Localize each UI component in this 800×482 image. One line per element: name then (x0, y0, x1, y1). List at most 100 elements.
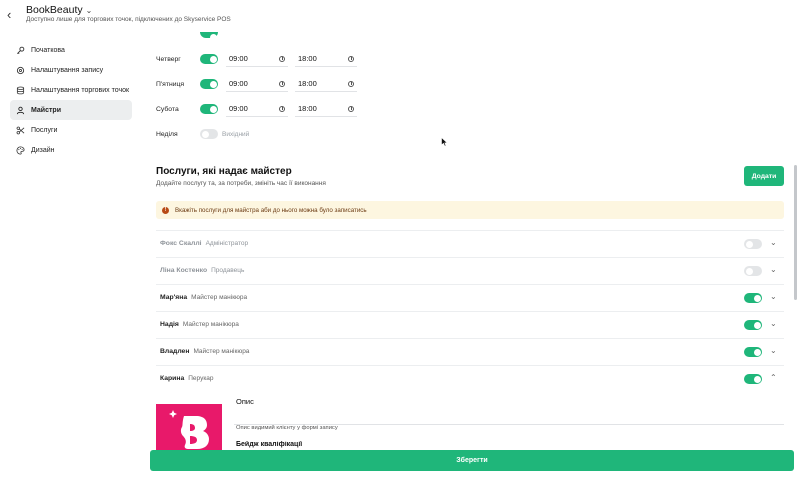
staff-role: Продавець (211, 267, 245, 274)
schedule-row-sunday: Неділя Вихідний (156, 125, 249, 143)
main-content: Четверг 09:00 18:00 П'ятниця 09:00 18:00… (150, 30, 790, 456)
end-time-value: 18:00 (298, 54, 317, 63)
key-icon (16, 46, 25, 55)
start-time-input[interactable]: 09:00 (226, 76, 288, 92)
chevron-down-icon[interactable]: ⌄ (770, 265, 777, 274)
description-label: Опис (236, 397, 254, 406)
staff-row[interactable]: Надія Майстер манікюра ⌄ (156, 311, 784, 337)
app-subtitle: Доступно лише для торгових точок, підклю… (26, 16, 231, 23)
staff-toggle[interactable] (744, 320, 762, 330)
section-title: Послуги, які надає майстер (156, 166, 292, 177)
sidebar-item-masters[interactable]: Майстри (10, 100, 132, 120)
end-time-value: 18:00 (298, 79, 317, 88)
start-time-input[interactable]: 09:00 (226, 51, 288, 67)
staff-name: Карина (160, 375, 185, 382)
warning-icon: ! (162, 206, 169, 214)
chevron-down-icon[interactable]: ⌄ (770, 238, 777, 247)
day-toggle[interactable] (200, 104, 218, 114)
staff-role: Майстер манікюра (182, 321, 239, 328)
app-switcher[interactable]: BookBeauty ⌄ (26, 4, 92, 16)
start-time-input[interactable]: 09:00 (226, 101, 288, 117)
staff-toggle[interactable] (744, 374, 762, 384)
staff-toggle[interactable] (744, 293, 762, 303)
scissors-icon (16, 126, 25, 135)
back-arrow-icon[interactable]: ‹ (7, 8, 19, 22)
staff-name: Мар'яна (160, 294, 188, 301)
day-toggle[interactable] (200, 129, 218, 139)
section-subtitle: Додайте послугу та, за потреби, змініть … (156, 180, 326, 187)
sidebar: Початкова Налаштування запису Налаштуван… (10, 40, 132, 160)
day-toggle[interactable] (200, 79, 218, 89)
sidebar-item-design[interactable]: Дизайн (10, 140, 132, 160)
warning-text: Вкажіть послуги для майстра аби до нього… (175, 206, 367, 214)
day-off-label: Вихідний (222, 130, 250, 138)
mouse-pointer-icon (441, 137, 448, 147)
sidebar-item-booking-settings[interactable]: Налаштування запису (10, 60, 132, 80)
sidebar-item-label: Налаштування запису (31, 66, 104, 74)
end-time-input[interactable]: 18:00 (295, 51, 357, 67)
staff-row[interactable]: Мар'яна Майстер манікюра ⌄ (156, 284, 784, 310)
app-title: BookBeauty (26, 4, 83, 16)
wednesday-toggle[interactable] (200, 32, 218, 41)
sidebar-item-label: Початкова (31, 46, 65, 54)
schedule-row-saturday: Субота (156, 100, 218, 118)
staff-toggle[interactable] (744, 239, 762, 249)
database-icon (16, 86, 25, 95)
sidebar-item-services[interactable]: Послуги (10, 120, 132, 140)
palette-icon (16, 145, 25, 155)
sidebar-item-label: Дизайн (31, 146, 55, 154)
staff-photo[interactable] (156, 404, 222, 456)
user-icon (16, 106, 25, 115)
scrollbar[interactable] (794, 165, 797, 300)
save-button[interactable]: Зберегти (150, 450, 794, 471)
clock-icon (279, 55, 285, 62)
logo-icon (169, 410, 209, 449)
chevron-down-icon: ⌄ (85, 5, 93, 15)
staff-toggle[interactable] (744, 347, 762, 357)
clock-icon (279, 105, 285, 112)
staff-row[interactable]: Карина Перукар ⌃ (156, 365, 784, 391)
staff-role: Перукар (188, 375, 214, 382)
sidebar-item-home[interactable]: Початкова (10, 40, 132, 60)
staff-row[interactable]: Владлен Майстер манікюра ⌄ (156, 338, 784, 364)
end-time-input[interactable]: 18:00 (295, 76, 357, 92)
warning-banner: ! Вкажіть послуги для майстра аби до ньо… (156, 201, 784, 219)
sidebar-item-label: Налаштування торгових точок (31, 86, 130, 94)
description-input[interactable] (234, 407, 784, 425)
chevron-down-icon[interactable]: ⌄ (770, 346, 777, 355)
staff-row[interactable]: Ліна Костенко Продавець ⌄ (156, 257, 784, 283)
staff-name: Ліна Костенко (160, 267, 208, 274)
add-service-button[interactable]: Додати (744, 166, 784, 186)
description-hint: Опис видимий клієнту у формі запису (236, 425, 338, 431)
sidebar-item-outlet-settings[interactable]: Налаштування торгових точок (10, 80, 132, 100)
staff-name: Надія (160, 321, 179, 328)
day-name: Неділя (156, 130, 178, 138)
top-bar: ‹ BookBeauty ⌄ Доступно лише для торгови… (0, 0, 800, 30)
staff-name: Фокс Скаллі (160, 240, 202, 247)
staff-toggle[interactable] (744, 266, 762, 276)
start-time-value: 09:00 (229, 54, 248, 63)
clock-icon (348, 55, 354, 62)
staff-role: Майстер манікюра (193, 348, 250, 355)
clock-icon (348, 105, 354, 112)
clock-icon (279, 80, 285, 87)
end-time-value: 18:00 (298, 104, 317, 113)
day-toggle[interactable] (200, 54, 218, 64)
start-time-value: 09:00 (229, 104, 248, 113)
end-time-input[interactable]: 18:00 (295, 101, 357, 117)
staff-role: Майстер манікюра (191, 294, 248, 301)
day-name: Субота (156, 105, 179, 113)
sidebar-item-label: Послуги (31, 126, 58, 134)
qualification-label: Бейдж кваліфікації (236, 441, 303, 448)
gear-icon (16, 66, 25, 75)
staff-row[interactable]: Фокс Скаллі Адміністратор ⌄ (156, 230, 784, 256)
day-name: Четверг (156, 55, 181, 63)
staff-role: Адміністратор (205, 240, 249, 247)
staff-name: Владлен (160, 348, 190, 355)
schedule-row-friday: П'ятниця (156, 75, 218, 93)
chevron-up-icon[interactable]: ⌃ (770, 373, 777, 382)
chevron-down-icon[interactable]: ⌄ (770, 319, 777, 328)
schedule-row-thursday: Четверг (156, 50, 218, 68)
chevron-down-icon[interactable]: ⌄ (770, 292, 777, 301)
clock-icon (348, 80, 354, 87)
